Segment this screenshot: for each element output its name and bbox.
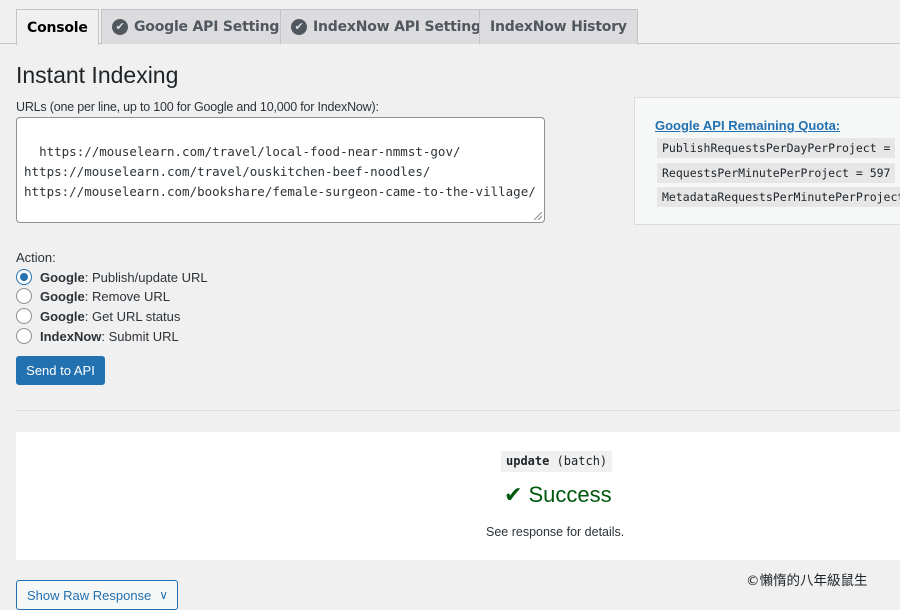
quota-publish-per-day: PublishRequestsPerDayPerProject = — [657, 138, 896, 158]
result-panel: update (batch) ✔ Success See response fo… — [16, 432, 900, 560]
result-status-text: Success — [528, 482, 612, 507]
radio-button[interactable] — [16, 288, 32, 304]
result-action-suffix: (batch) — [549, 454, 608, 468]
action-label: Action: — [16, 250, 56, 265]
tab-label: Google API Settings — [134, 19, 288, 35]
check-circle-icon: ✔ — [291, 19, 307, 35]
quota-panel: Google API Remaining Quota: PublishReque… — [634, 97, 900, 225]
radio-button[interactable] — [16, 269, 32, 285]
tab-console[interactable]: Console — [16, 9, 99, 45]
option-text: : Get URL status — [84, 308, 181, 324]
radio-button[interactable] — [16, 328, 32, 344]
result-action-code: update (batch) — [501, 451, 613, 472]
action-option-google-status[interactable]: Google : Get URL status — [16, 307, 180, 325]
tab-google-api-settings[interactable]: ✔ Google API Settings — [101, 9, 299, 44]
watermark: ©懶惰的八年級鼠生 — [746, 573, 868, 589]
tab-label: Console — [27, 19, 88, 36]
quota-requests-per-minute: RequestsPerMinutePerProject = 597 — [657, 163, 896, 183]
result-action: update — [506, 454, 550, 468]
quota-title-link[interactable]: Google API Remaining Quota: — [655, 118, 840, 133]
quota-metadata-per-minute: MetadataRequestsPerMinutePerProject — [657, 187, 900, 207]
resize-handle-icon[interactable] — [534, 212, 542, 220]
tab-indexnow-history[interactable]: IndexNow History — [479, 9, 638, 44]
result-status: ✔ Success — [504, 482, 612, 508]
tab-label: IndexNow History — [490, 19, 627, 35]
success-check-icon: ✔ — [504, 482, 523, 507]
option-text: : Remove URL — [84, 288, 171, 304]
urls-text: https://mouselearn.com/travel/local-food… — [24, 144, 536, 199]
option-service: Google — [40, 288, 85, 304]
tab-indexnow-api-settings[interactable]: ✔ IndexNow API Settings — [280, 9, 500, 44]
option-service: IndexNow — [40, 328, 102, 344]
option-service: Google — [40, 269, 85, 285]
divider — [16, 410, 900, 411]
option-service: Google — [40, 308, 85, 324]
tab-bar: Console ✔ Google API Settings ✔ IndexNow… — [0, 0, 900, 45]
action-option-indexnow-submit[interactable]: IndexNow : Submit URL — [16, 327, 179, 345]
raw-button-label: Show Raw Response — [27, 587, 152, 603]
urls-label: URLs (one per line, up to 100 for Google… — [16, 100, 379, 114]
tab-label: IndexNow API Settings — [313, 19, 489, 35]
action-option-google-remove[interactable]: Google : Remove URL — [16, 287, 170, 305]
action-option-google-publish[interactable]: Google : Publish/update URL — [16, 268, 208, 286]
check-circle-icon: ✔ — [112, 19, 128, 35]
show-raw-response-button[interactable]: Show Raw Response ∨ — [16, 580, 178, 610]
option-text: : Submit URL — [101, 328, 179, 344]
send-to-api-button[interactable]: Send to API — [16, 356, 105, 385]
page-title: Instant Indexing — [16, 62, 179, 88]
option-text: : Publish/update URL — [84, 269, 208, 285]
result-note: See response for details. — [486, 525, 625, 539]
urls-textarea[interactable]: https://mouselearn.com/travel/local-food… — [16, 117, 545, 223]
radio-button[interactable] — [16, 308, 32, 324]
